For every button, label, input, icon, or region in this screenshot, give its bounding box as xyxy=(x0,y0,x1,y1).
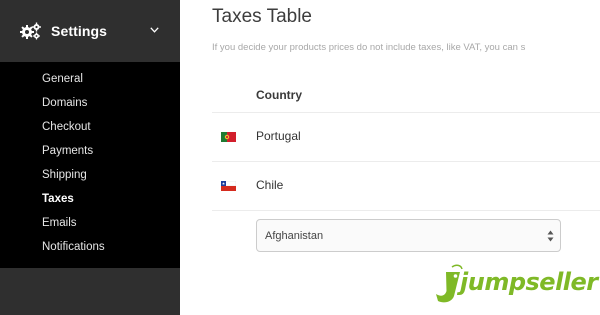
sidebar-item-shipping[interactable]: Shipping xyxy=(0,166,180,190)
select-arrows-icon xyxy=(547,230,554,242)
table-row[interactable]: Portugal xyxy=(212,112,600,161)
sidebar-title: Settings xyxy=(51,23,108,39)
table-row: Afghanistan xyxy=(212,210,600,262)
country-name: Portugal xyxy=(256,129,301,143)
page-description: If you decide your products prices do no… xyxy=(212,42,526,53)
sidebar-item-emails[interactable]: Emails xyxy=(0,214,180,238)
chile-flag-icon xyxy=(221,181,236,191)
jumpseller-logo: jumpseller xyxy=(430,260,598,306)
sidebar-item-taxes[interactable]: Taxes xyxy=(0,190,180,214)
table-row[interactable]: Chile xyxy=(212,161,600,210)
page-title: Taxes Table xyxy=(212,6,312,27)
column-header-country: Country xyxy=(256,88,302,102)
country-select-value: Afghanistan xyxy=(265,230,324,242)
sidebar: Settings General Domains Checkout Paymen… xyxy=(0,0,180,315)
sidebar-item-checkout[interactable]: Checkout xyxy=(0,118,180,142)
settings-submenu: General Domains Checkout Payments Shippi… xyxy=(0,62,180,268)
logo-text: jumpseller xyxy=(460,268,598,296)
country-select[interactable]: Afghanistan xyxy=(256,219,561,252)
country-name: Chile xyxy=(256,178,284,192)
sidebar-item-general[interactable]: General xyxy=(0,70,180,94)
sidebar-item-payments[interactable]: Payments xyxy=(0,142,180,166)
chevron-down-icon[interactable] xyxy=(150,27,159,33)
sidebar-item-notifications[interactable]: Notifications xyxy=(0,238,180,262)
portugal-flag-icon xyxy=(221,132,236,142)
sidebar-item-domains[interactable]: Domains xyxy=(0,94,180,118)
settings-menu-header[interactable]: Settings xyxy=(0,0,180,62)
gears-icon xyxy=(20,22,41,40)
